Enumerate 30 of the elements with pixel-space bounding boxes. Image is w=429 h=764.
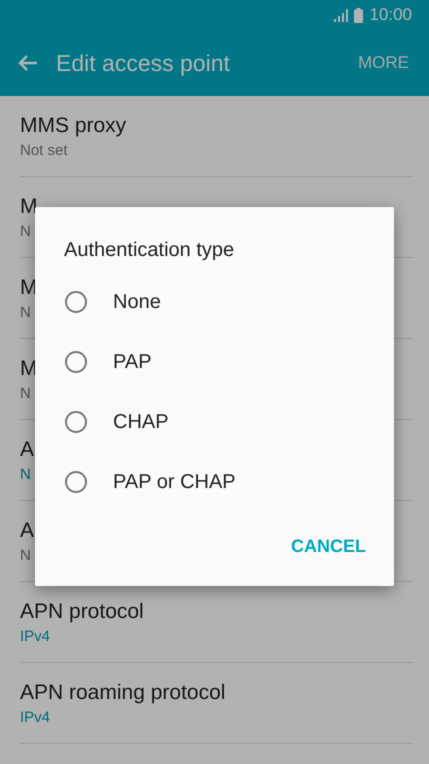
setting-value: N bbox=[20, 466, 31, 482]
setting-title: A bbox=[20, 518, 34, 542]
radio-button[interactable] bbox=[65, 351, 87, 373]
setting-value: IPv4 bbox=[20, 628, 50, 644]
option-label: PAP or CHAP bbox=[113, 470, 236, 494]
option-label: None bbox=[113, 290, 161, 314]
option-label: PAP bbox=[113, 350, 152, 374]
setting-title: A bbox=[20, 438, 34, 462]
setting-title: APN roaming protocol bbox=[20, 680, 226, 704]
setting-value: Not set bbox=[20, 142, 68, 158]
dialog-title: Authentication type bbox=[64, 239, 234, 262]
more-button[interactable]: MORE bbox=[358, 53, 409, 73]
radio-button[interactable] bbox=[65, 291, 87, 313]
screen-title: Edit access point bbox=[56, 50, 231, 76]
back-arrow-icon[interactable] bbox=[18, 54, 38, 72]
radio-button[interactable] bbox=[65, 471, 87, 493]
cancel-button[interactable]: CANCEL bbox=[291, 532, 366, 561]
setting-value: N bbox=[20, 384, 31, 402]
signal-icon bbox=[333, 8, 348, 22]
battery-icon bbox=[354, 8, 364, 22]
clock-time: 10:00 bbox=[369, 5, 412, 25]
setting-value: N bbox=[20, 304, 31, 320]
setting-value: IPv4 bbox=[20, 708, 50, 726]
setting-value: N bbox=[20, 546, 31, 564]
setting-value: N bbox=[20, 222, 31, 240]
setting-title: APN protocol bbox=[20, 600, 144, 624]
setting-title: MMS proxy bbox=[20, 114, 126, 138]
option-label: CHAP bbox=[113, 410, 169, 434]
radio-button[interactable] bbox=[65, 411, 87, 433]
setting-title: M bbox=[20, 194, 38, 218]
